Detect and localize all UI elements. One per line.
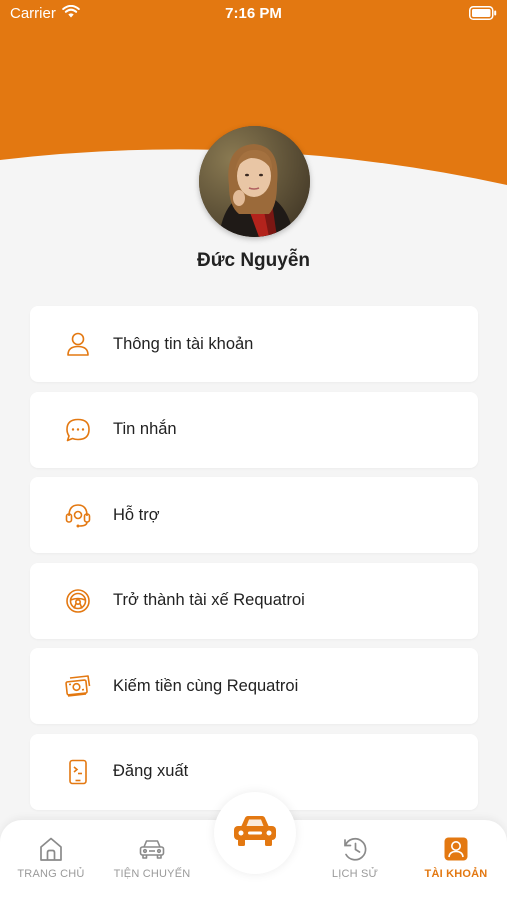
battery-icon bbox=[469, 6, 497, 24]
headset-icon bbox=[64, 501, 92, 529]
logout-phone-icon bbox=[64, 758, 92, 786]
menu-item-earn-money[interactable]: Kiếm tiền cùng Requatroi bbox=[30, 648, 478, 724]
steering-wheel-icon bbox=[64, 587, 92, 615]
menu-item-messages[interactable]: Tin nhắn bbox=[30, 391, 478, 468]
status-bar: Carrier 7:16 PM bbox=[0, 0, 507, 30]
car-icon bbox=[231, 814, 279, 853]
car-outline-icon bbox=[137, 834, 167, 864]
tab-home[interactable]: TRANG CHỦ bbox=[1, 820, 101, 890]
tab-history[interactable]: LỊCH SỬ bbox=[305, 820, 405, 890]
center-ride-button[interactable] bbox=[214, 792, 296, 874]
account-menu: Thông tin tài khoản Tin nhắn Hỗ trợ Trở … bbox=[30, 306, 478, 819]
menu-item-label: Trở thành tài xế Requatroi bbox=[113, 591, 305, 609]
tab-label: TIỆN CHUYẾN bbox=[113, 868, 191, 880]
menu-item-account-info[interactable]: Thông tin tài khoản bbox=[30, 306, 478, 382]
chat-bubble-icon bbox=[64, 416, 92, 444]
user-icon bbox=[64, 330, 92, 358]
status-time: 7:16 PM bbox=[225, 5, 282, 22]
tab-trips[interactable]: TIỆN CHUYẾN bbox=[102, 820, 202, 890]
menu-item-become-driver[interactable]: Trở thành tài xế Requatroi bbox=[30, 562, 478, 639]
tab-account[interactable]: TÀI KHOẢN bbox=[406, 820, 506, 890]
menu-item-label: Đăng xuất bbox=[113, 762, 189, 780]
history-icon bbox=[340, 834, 370, 864]
account-icon bbox=[441, 834, 471, 864]
tab-label: TRANG CHỦ bbox=[17, 868, 85, 880]
user-name: Đức Nguyễn bbox=[197, 250, 310, 271]
tab-label: LỊCH SỬ bbox=[331, 868, 379, 880]
menu-item-label: Hỗ trợ bbox=[113, 505, 160, 524]
tab-label: TÀI KHOẢN bbox=[424, 868, 488, 880]
menu-item-label: Tin nhắn bbox=[113, 420, 177, 438]
avatar[interactable] bbox=[199, 126, 310, 237]
menu-item-label: Kiếm tiền cùng Requatroi bbox=[113, 676, 299, 695]
home-icon bbox=[36, 834, 66, 864]
menu-item-label: Thông tin tài khoản bbox=[113, 334, 254, 353]
menu-item-support[interactable]: Hỗ trợ bbox=[30, 477, 478, 553]
money-icon bbox=[64, 672, 92, 700]
